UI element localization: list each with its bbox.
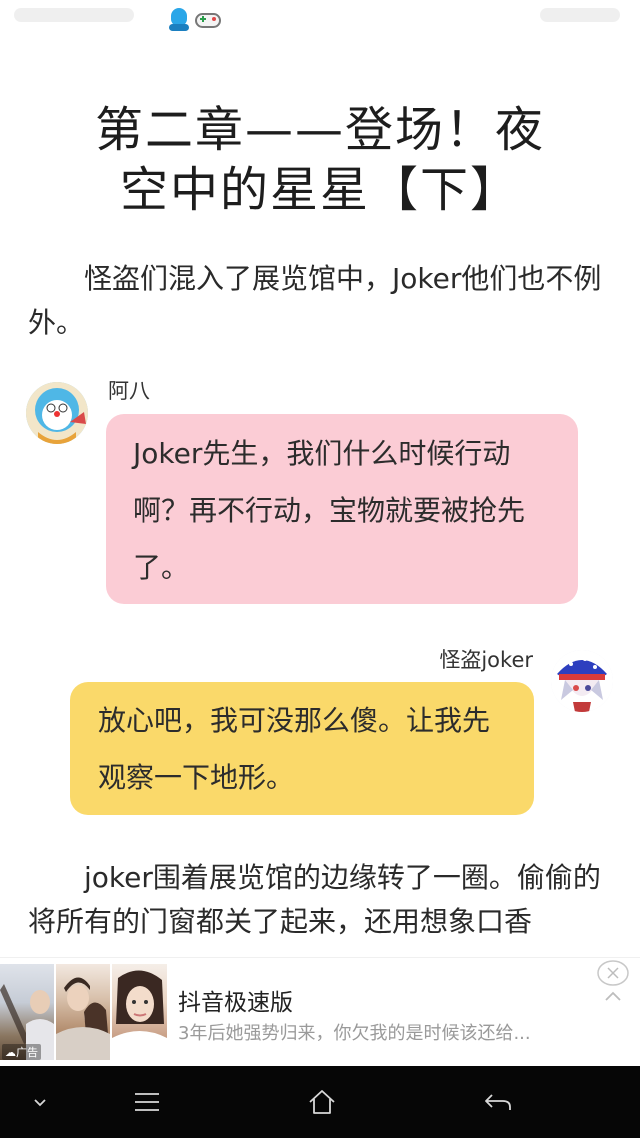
nav-hide-button[interactable] bbox=[0, 1066, 80, 1138]
dialog-bubble: 放心吧，我可没那么傻。让我先观察一下地形。 bbox=[70, 682, 534, 815]
chapter-title: 第二章——登场！夜 空中的星星【下】 bbox=[60, 100, 580, 220]
dialog-bubble: Joker先生，我们什么时候行动啊？再不行动，宝物就要被抢先了。 bbox=[106, 414, 578, 604]
ad-badge-icon: ☁ bbox=[5, 1046, 16, 1059]
ad-collapse-button[interactable] bbox=[603, 987, 623, 1006]
chevron-down-icon bbox=[34, 1099, 46, 1107]
ad-badge: ☁广告 bbox=[2, 1044, 41, 1060]
speaker-name: 阿八 bbox=[108, 379, 150, 403]
ad-description: 3年后她强势归来，你欠我的是时候该还给... bbox=[178, 1023, 531, 1044]
system-nav-bar bbox=[0, 1066, 640, 1138]
ad-close-button[interactable] bbox=[596, 959, 630, 987]
chevron-up-icon bbox=[605, 991, 621, 1001]
status-bar bbox=[0, 0, 640, 40]
back-icon bbox=[485, 1094, 511, 1110]
story-paragraph: 怪盗们混入了展览馆中，Joker他们也不例外。 bbox=[28, 262, 602, 339]
nav-menu-button[interactable] bbox=[107, 1066, 187, 1138]
status-faint-right bbox=[540, 8, 620, 22]
menu-icon bbox=[135, 1093, 159, 1111]
ad-image[interactable] bbox=[56, 964, 110, 1060]
ad-title: 抖音极速版 bbox=[178, 990, 293, 1016]
ad-image[interactable] bbox=[112, 964, 167, 1060]
nav-back-button[interactable] bbox=[458, 1066, 538, 1138]
chapter-title-line1: 第二章——登场！夜 bbox=[94, 102, 545, 158]
story-paragraph: joker围着展览馆的边缘转了一圈。偷偷的将所有的门窗都关了起来，还用想象口香 bbox=[28, 861, 601, 938]
speaker-name: 怪盗joker bbox=[439, 648, 533, 672]
chapter-title-line2: 空中的星星【下】 bbox=[119, 162, 520, 218]
home-icon bbox=[309, 1090, 335, 1114]
speaker-avatar-a8[interactable] bbox=[26, 382, 88, 444]
status-faint-left bbox=[14, 8, 134, 22]
qq-icon bbox=[168, 8, 190, 32]
nav-home-button[interactable] bbox=[282, 1066, 362, 1138]
ad-banner[interactable]: ☁广告 抖音极速版 3年后她强势归来，你欠我的是时候该还给... bbox=[0, 957, 640, 1066]
speaker-avatar-joker[interactable] bbox=[551, 650, 613, 712]
ad-badge-text: 广告 bbox=[16, 1046, 38, 1059]
notification-icons bbox=[168, 8, 222, 32]
close-icon bbox=[597, 960, 629, 986]
game-controller-icon bbox=[194, 8, 222, 32]
